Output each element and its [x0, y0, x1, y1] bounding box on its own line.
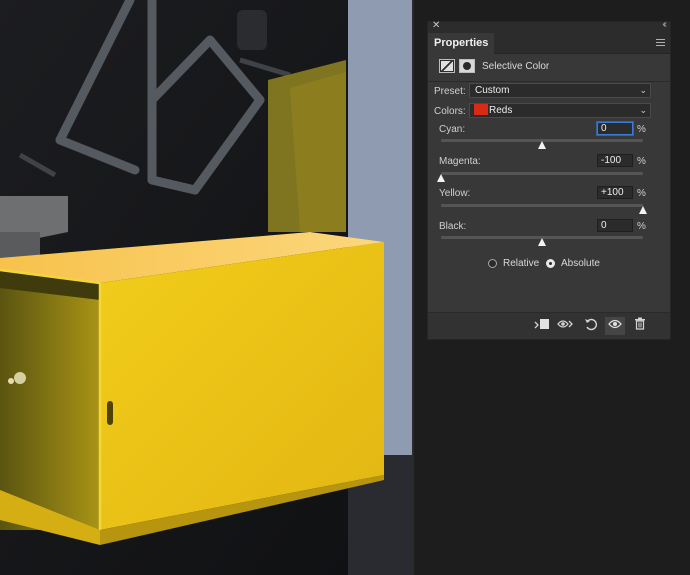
cyan-label: Cyan: — [439, 124, 466, 135]
yellow-slider-thumb[interactable] — [639, 206, 647, 214]
relative-label[interactable]: Relative — [503, 258, 539, 269]
reset-icon[interactable] — [581, 317, 601, 335]
yellow-value-input[interactable]: +100 — [597, 186, 633, 199]
panel-tab-row: Properties — [428, 33, 670, 54]
panel-scroll-area — [658, 82, 670, 310]
panel-menu-icon[interactable] — [656, 39, 665, 47]
black-slider-thumb[interactable] — [538, 238, 546, 246]
adjustment-header: Selective Color — [428, 54, 670, 82]
yellow-label: Yellow: — [439, 188, 471, 199]
absolute-label[interactable]: Absolute — [561, 258, 600, 269]
clip-to-layer-icon[interactable] — [532, 317, 552, 335]
trash-icon[interactable] — [630, 317, 650, 335]
chevron-down-icon: ⌄ — [639, 85, 647, 95]
visibility-eye-icon[interactable] — [605, 317, 625, 335]
cyan-value-input[interactable]: 0 — [597, 122, 633, 135]
cyan-unit: % — [637, 124, 646, 135]
close-icon[interactable]: ✕ — [432, 20, 440, 31]
colors-label: Colors: — [434, 106, 466, 117]
absolute-radio[interactable] — [546, 259, 555, 268]
preset-label: Preset: — [434, 86, 466, 97]
yellow-unit: % — [637, 188, 646, 199]
canvas-photo — [0, 0, 412, 575]
panel-footer — [428, 312, 670, 339]
properties-panel: ✕ ‹‹ Properties Selective Color Preset: … — [427, 19, 671, 340]
view-previous-state-icon[interactable] — [556, 317, 576, 335]
layer-mask-icon[interactable] — [459, 59, 475, 73]
black-unit: % — [637, 221, 646, 232]
chevron-down-icon: ⌄ — [639, 105, 647, 115]
black-value-input[interactable]: 0 — [597, 219, 633, 232]
color-swatch — [474, 104, 488, 115]
cyan-slider-thumb[interactable] — [538, 141, 546, 149]
preset-select[interactable]: Custom ⌄ — [469, 83, 651, 98]
relative-radio[interactable] — [488, 259, 497, 268]
document-canvas[interactable] — [0, 0, 412, 575]
magenta-unit: % — [637, 156, 646, 167]
colors-value: Reds — [489, 105, 513, 116]
magenta-label: Magenta: — [439, 156, 481, 167]
tab-properties[interactable]: Properties — [428, 33, 495, 54]
colors-select[interactable]: Reds ⌄ — [469, 103, 651, 118]
preset-value: Custom — [475, 85, 510, 96]
adjustment-layer-icon[interactable] — [439, 59, 455, 73]
panel-title-bar[interactable]: ✕ ‹‹ — [428, 19, 670, 33]
magenta-value-input[interactable]: -100 — [597, 154, 633, 167]
canvas-divider — [412, 0, 414, 575]
adjustment-title: Selective Color — [482, 61, 550, 72]
yellow-slider-track[interactable] — [441, 204, 643, 207]
magenta-slider-thumb[interactable] — [437, 174, 445, 182]
collapse-panel-icon[interactable]: ‹‹ — [662, 19, 666, 30]
magenta-slider-track[interactable] — [441, 172, 643, 175]
black-label: Black: — [439, 221, 467, 232]
